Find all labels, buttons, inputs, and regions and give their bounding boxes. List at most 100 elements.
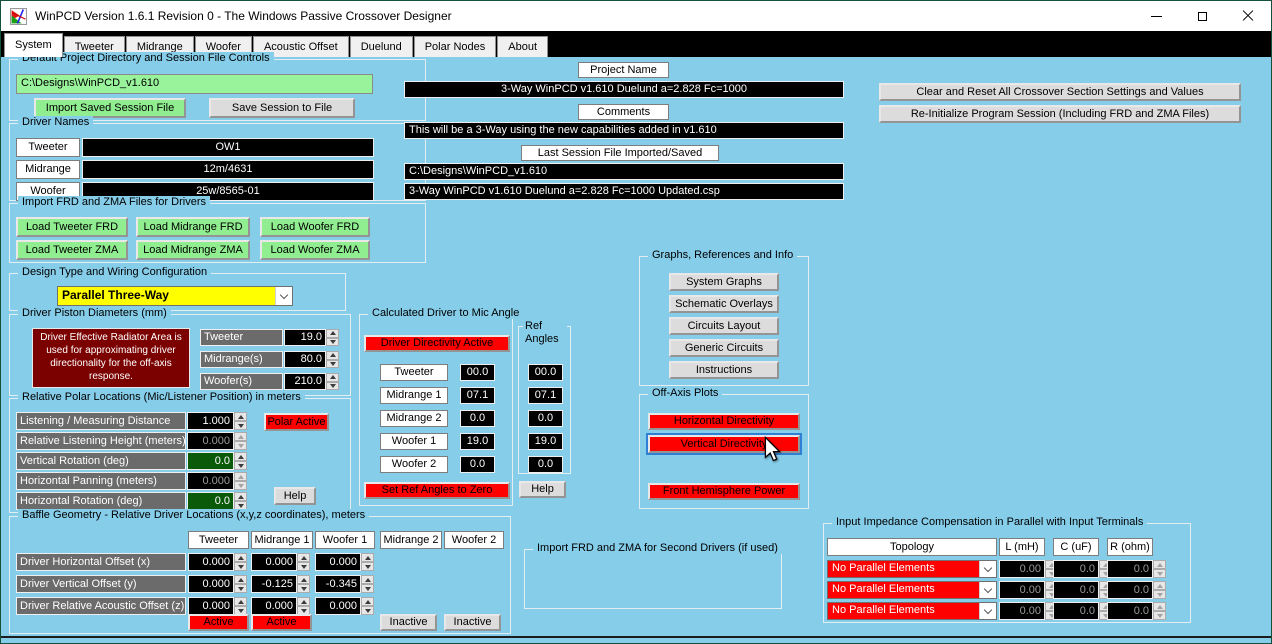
clear-reset-button[interactable]: Clear and Reset All Crossover Section Se… <box>879 83 1241 101</box>
design-type-combo[interactable]: Parallel Three-Way <box>57 286 293 306</box>
close-button[interactable] <box>1225 1 1271 31</box>
mic-woofer2-value: 0.0 <box>460 456 495 473</box>
instructions-button[interactable]: Instructions <box>669 361 779 379</box>
session-dir-field: C:\Designs\WinPCD_v1.610 <box>404 163 844 180</box>
vertical-rotation-value[interactable]: 0.0 <box>187 452 234 470</box>
front-hemisphere-power-button[interactable]: Front Hemisphere Power <box>648 483 800 500</box>
offset-y-tweeter[interactable]: 0.000 <box>188 575 234 593</box>
piston-woofer-value[interactable]: 210.0 <box>284 373 326 390</box>
offset-z-midrange1[interactable]: 0.000 <box>251 597 297 615</box>
project-name-field[interactable]: 3-Way WinPCD v1.610 Duelund a=2.828 Fc=1… <box>404 81 844 98</box>
impedance-col-l: L (mH) <box>999 538 1045 556</box>
load-midrange-zma-button[interactable]: Load Midrange ZMA <box>136 240 250 260</box>
load-woofer-frd-button[interactable]: Load Woofer FRD <box>260 217 370 237</box>
driver-directivity-button[interactable]: Driver Directivity Active <box>364 335 510 352</box>
reinitialize-button[interactable]: Re-Initialize Program Session (Including… <box>879 105 1241 123</box>
offset-x-woofer1[interactable]: 0.000 <box>315 553 361 571</box>
horizontal-rotation-value[interactable]: 0.0 <box>187 492 234 510</box>
c-value-2: 0.0 <box>1053 581 1099 599</box>
r-stepper-2 <box>1153 581 1166 599</box>
midrange1-active-button[interactable]: Active <box>251 614 312 631</box>
driver-names-group: Driver Names Tweeter OW1 Midrange 12m/46… <box>9 116 426 201</box>
tab-duelund[interactable]: Duelund <box>349 36 413 57</box>
midrange2-inactive-button[interactable]: Inactive <box>380 614 437 631</box>
offset-z-woofer1[interactable]: 0.000 <box>315 597 361 615</box>
chevron-down-icon[interactable] <box>275 287 292 305</box>
chevron-down-icon[interactable] <box>979 561 996 577</box>
chevron-down-icon[interactable] <box>979 603 996 619</box>
offset-x-tweeter[interactable]: 0.000 <box>188 553 234 571</box>
set-ref-zero-button[interactable]: Set Ref Angles to Zero <box>364 482 510 499</box>
horizontal-rotation-stepper[interactable] <box>234 492 247 510</box>
topology-combo-2[interactable]: No Parallel Elements <box>827 581 997 599</box>
tweeter-active-button[interactable]: Active <box>188 614 249 631</box>
piston-woofer-stepper[interactable] <box>326 373 339 390</box>
session-file-field: 3-Way WinPCD v1.610 Duelund a=2.828 Fc=1… <box>404 183 844 200</box>
offset-y-tweeter-stepper[interactable] <box>234 575 247 593</box>
offset-y-midrange1-stepper[interactable] <box>297 575 310 593</box>
offset-z-midrange1-stepper[interactable] <box>297 597 310 615</box>
polar-locations-title: Relative Polar Locations (Mic/Listener P… <box>18 391 305 403</box>
offset-z-tweeter-stepper[interactable] <box>234 597 247 615</box>
ref-woofer2-value[interactable]: 0.0 <box>528 456 563 473</box>
piston-midrange-value[interactable]: 80.0 <box>284 351 326 368</box>
comments-field[interactable]: This will be a 3-Way using the new capab… <box>404 122 844 139</box>
ref-tweeter-value[interactable]: 00.0 <box>528 364 563 381</box>
offset-z-woofer1-stepper[interactable] <box>361 597 374 615</box>
minimize-button[interactable] <box>1133 1 1179 31</box>
polar-help-button[interactable]: Help <box>274 487 316 505</box>
listening-distance-value[interactable]: 1.000 <box>187 412 234 430</box>
offset-x-woofer1-stepper[interactable] <box>361 553 374 571</box>
tab-system[interactable]: System <box>4 33 63 57</box>
load-midrange-frd-button[interactable]: Load Midrange FRD <box>136 217 250 237</box>
horizontal-directivity-button[interactable]: Horizontal Directivity <box>648 413 800 430</box>
offset-y-woofer1[interactable]: -0.345 <box>315 575 361 593</box>
save-session-button[interactable]: Save Session to File <box>209 98 355 118</box>
ref-midrange1-value[interactable]: 07.1 <box>528 387 563 404</box>
tweeter-name-field[interactable]: OW1 <box>82 138 374 157</box>
piston-tweeter-value[interactable]: 19.0 <box>284 329 326 346</box>
generic-circuits-button[interactable]: Generic Circuits <box>669 339 779 357</box>
system-tab-page: Default Project Directory and Session Fi… <box>1 52 1271 636</box>
close-icon <box>1242 10 1254 22</box>
maximize-button[interactable] <box>1179 1 1225 31</box>
horizontal-panning-label: Horizontal Panning (meters) <box>16 472 186 490</box>
r-value-1: 0.0 <box>1107 560 1153 578</box>
offset-x-midrange1-stepper[interactable] <box>297 553 310 571</box>
c-value-1: 0.0 <box>1053 560 1099 578</box>
load-woofer-zma-button[interactable]: Load Woofer ZMA <box>260 240 370 260</box>
schematic-overlays-button[interactable]: Schematic Overlays <box>669 295 779 313</box>
offset-x-midrange1[interactable]: 0.000 <box>251 553 297 571</box>
piston-tweeter-stepper[interactable] <box>326 329 339 346</box>
listening-height-stepper <box>234 432 247 450</box>
listening-distance-stepper[interactable] <box>234 412 247 430</box>
load-tweeter-zma-button[interactable]: Load Tweeter ZMA <box>16 240 128 260</box>
winpcd-window: WinPCD Version 1.6.1 Revision 0 - The Wi… <box>0 0 1272 644</box>
system-graphs-button[interactable]: System Graphs <box>669 273 779 291</box>
topology-combo-3[interactable]: No Parallel Elements <box>827 602 997 620</box>
midrange-name-field[interactable]: 12m/4631 <box>82 160 374 179</box>
graphs-title: Graphs, References and Info <box>648 249 798 261</box>
tab-polar-nodes[interactable]: Polar Nodes <box>413 36 497 57</box>
chevron-down-icon[interactable] <box>979 582 996 598</box>
graphs-group: Graphs, References and Info System Graph… <box>639 249 809 386</box>
topology-value-1: No Parallel Elements <box>828 561 979 577</box>
vertical-rotation-stepper[interactable] <box>234 452 247 470</box>
mic-angle-help-button[interactable]: Help <box>519 481 566 498</box>
ref-midrange2-value[interactable]: 0.0 <box>528 410 563 427</box>
project-directory-field[interactable]: C:\Designs\WinPCD_v1.610 <box>16 74 373 94</box>
offset-z-tweeter[interactable]: 0.000 <box>188 597 234 615</box>
import-session-button[interactable]: Import Saved Session File <box>34 98 186 118</box>
ref-woofer1-value[interactable]: 19.0 <box>528 433 563 450</box>
offset-x-tweeter-stepper[interactable] <box>234 553 247 571</box>
load-tweeter-frd-button[interactable]: Load Tweeter FRD <box>16 217 128 237</box>
polar-active-button[interactable]: Polar Active <box>264 413 329 431</box>
impedance-col-topology: Topology <box>827 538 997 556</box>
woofer2-inactive-button[interactable]: Inactive <box>444 614 501 631</box>
offset-y-woofer1-stepper[interactable] <box>361 575 374 593</box>
circuits-layout-button[interactable]: Circuits Layout <box>669 317 779 335</box>
topology-combo-1[interactable]: No Parallel Elements <box>827 560 997 578</box>
piston-midrange-stepper[interactable] <box>326 351 339 368</box>
tab-about[interactable]: About <box>497 36 549 57</box>
offset-y-midrange1[interactable]: -0.125 <box>251 575 297 593</box>
